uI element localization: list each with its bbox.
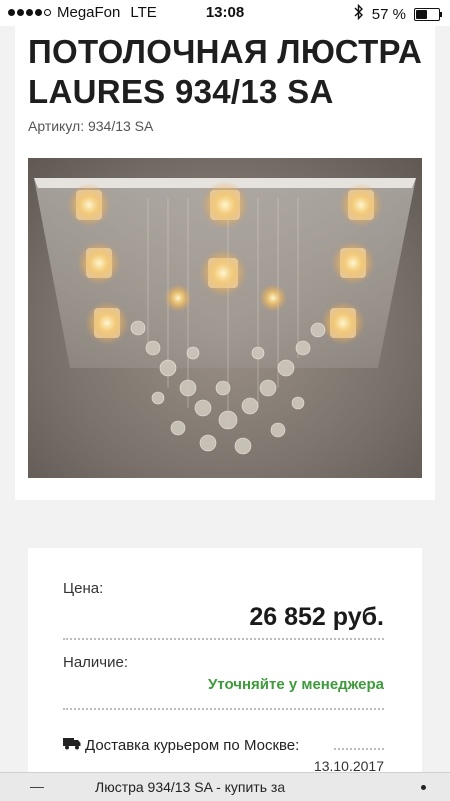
product-card: ПОТОЛОЧНАЯ ЛЮСТРА LAURES 934/13 SA Артик…	[15, 26, 435, 500]
product-image[interactable]	[28, 158, 422, 478]
battery-fill	[416, 9, 428, 19]
divider	[334, 748, 384, 750]
availability-label: Наличие:	[63, 654, 129, 671]
chandelier-photo	[34, 178, 416, 455]
truck-icon	[63, 736, 81, 754]
status-right: 57 %	[354, 3, 442, 24]
battery-percent: 57 %	[371, 5, 406, 23]
delivery-label: Доставка курьером по Москве:	[85, 736, 300, 754]
price-value: 26 852 руб.	[249, 603, 384, 631]
minimize-icon[interactable]	[30, 787, 44, 788]
product-title: ПОТОЛОЧНАЯ ЛЮСТРА LAURES 934/13 SA	[28, 33, 423, 110]
availability-value: Уточняйте у менеджера	[207, 676, 384, 693]
status-bar: MegaFon LTE 13:08 57 %	[0, 0, 450, 26]
bluetooth-icon	[354, 3, 364, 24]
menu-dot-icon[interactable]	[421, 785, 426, 790]
divider	[63, 708, 384, 710]
price-card: Цена: 26 852 руб. Наличие: Уточняйте у м…	[28, 548, 422, 788]
battery-icon	[414, 7, 442, 21]
product-sku: Артикул: 934/13 SA	[28, 118, 154, 134]
browser-bottom-bar[interactable]: Люстра 934/13 SA - купить за	[0, 772, 450, 801]
delivery-row: Доставка курьером по Москве:	[63, 736, 299, 754]
price-label: Цена:	[63, 580, 104, 597]
page-tab-title[interactable]: Люстра 934/13 SA - купить за	[95, 779, 325, 795]
divider	[63, 638, 384, 640]
